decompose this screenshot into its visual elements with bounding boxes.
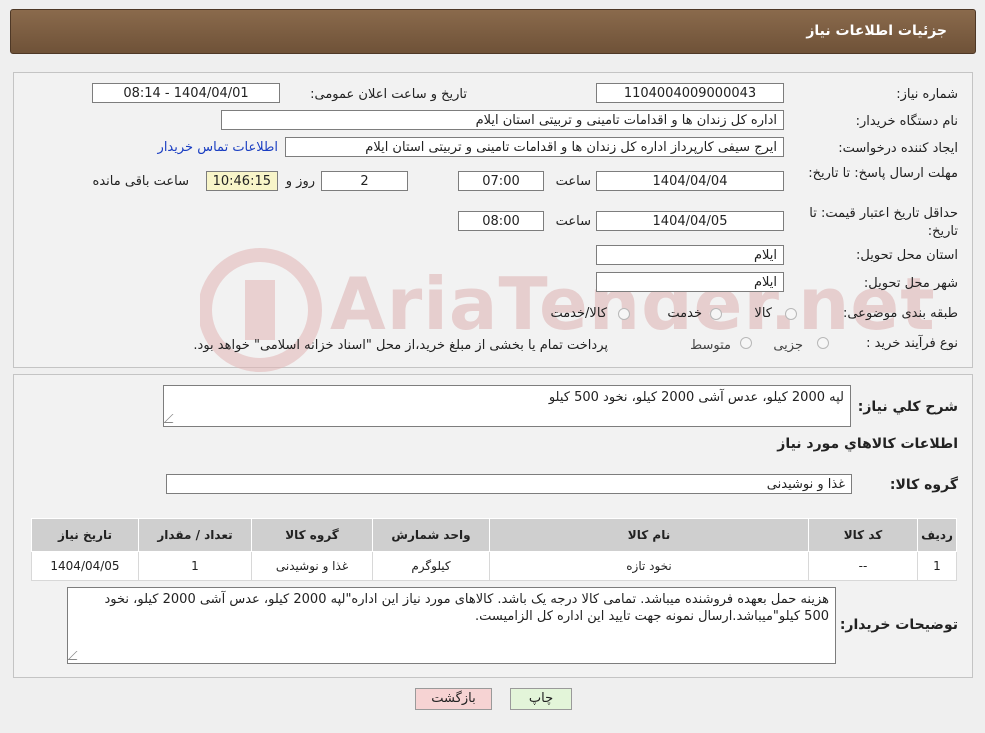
reply-deadline-label-text: مهلت ارسال پاسخ: تا تاریخ: — [808, 166, 958, 181]
category-radio-both[interactable] — [618, 308, 630, 320]
validity-label: حداقل تاریخ اعتبار قیمت: تا تاریخ: — [808, 205, 958, 241]
page-header: جزئیات اطلاعات نیاز — [10, 9, 976, 54]
validity-time-field: 08:00 — [458, 211, 544, 231]
page-title: جزئیات اطلاعات نیاز — [806, 23, 947, 39]
days-label: روز و — [285, 174, 315, 189]
purchase-option-minor: جزیی — [773, 338, 803, 353]
days-field: 2 — [321, 171, 408, 191]
category-option-service: خدمت — [667, 306, 702, 321]
col-code: کد کالا — [808, 518, 918, 552]
reply-date-field: 1404/04/04 — [596, 171, 784, 191]
goods-info-title: اطلاعات کالاهاي مورد نياز — [777, 436, 958, 452]
resize-handle-icon[interactable] — [67, 651, 86, 660]
back-button[interactable]: بازگشت — [415, 688, 492, 710]
province-field: ایلام — [596, 245, 784, 265]
goods-group-label: گروه کالا: — [889, 477, 958, 493]
table-row: 1 -- نخود تازه کیلوگرم غذا و نوشیدنی 1 1… — [31, 551, 957, 581]
summary-label: شرح کلي نياز: — [857, 399, 958, 415]
col-name: نام کالا — [489, 518, 809, 552]
category-option-both: کالا/خدمت — [550, 306, 607, 321]
cell-date: 1404/04/05 — [31, 551, 139, 581]
cell-unit: کیلوگرم — [372, 551, 490, 581]
cell-qty: 1 — [138, 551, 252, 581]
purchase-option-medium: متوسط — [690, 338, 731, 353]
validity-time-label: ساعت — [555, 214, 591, 229]
category-radio-service[interactable] — [710, 308, 722, 320]
reply-deadline-label: مهلت ارسال پاسخ: تا تاریخ: — [808, 165, 958, 183]
remaining-label: ساعت باقی مانده — [92, 174, 189, 189]
category-radio-goods[interactable] — [785, 308, 797, 320]
col-date: تاریخ نیاز — [31, 518, 139, 552]
cell-group: غذا و نوشیدنی — [251, 551, 373, 581]
col-unit: واحد شمارش — [372, 518, 490, 552]
resize-handle-icon[interactable] — [163, 414, 182, 423]
requester-label: ایجاد کننده درخواست: — [838, 141, 958, 156]
watermark-logo-icon — [200, 248, 322, 372]
col-group: گروه کالا — [251, 518, 373, 552]
need-number-label: شماره نیاز: — [896, 87, 958, 102]
announce-field: 1404/04/01 - 08:14 — [92, 83, 280, 103]
reply-time-label: ساعت — [555, 174, 591, 189]
category-label: طبقه بندی موضوعی: — [842, 306, 958, 321]
purchase-note: پرداخت تمام یا بخشی از مبلغ خرید،از محل … — [193, 338, 608, 353]
print-button[interactable]: چاپ — [510, 688, 572, 710]
category-option-goods: کالا — [754, 306, 772, 321]
goods-group-field: غذا و نوشیدنی — [166, 474, 852, 494]
validity-label-text: حداقل تاریخ اعتبار قیمت: تا تاریخ: — [809, 206, 958, 239]
remaining-time-field: 10:46:15 — [206, 171, 278, 191]
announce-label: تاریخ و ساعت اعلان عمومی: — [310, 87, 467, 102]
buyer-org-field: اداره کل زندان ها و اقدامات تامینی و ترب… — [221, 110, 784, 130]
purchase-type-label: نوع فرآیند خرید : — [866, 336, 958, 351]
cell-name: نخود تازه — [489, 551, 809, 581]
col-qty: تعداد / مقدار — [138, 518, 252, 552]
reply-time-field: 07:00 — [458, 171, 544, 191]
validity-date-field: 1404/04/05 — [596, 211, 784, 231]
province-label: استان محل تحویل: — [856, 248, 958, 263]
city-label: شهر محل تحویل: — [863, 276, 958, 291]
city-field: ایلام — [596, 272, 784, 292]
requester-field: ایرج سیفی کارپرداز اداره کل زندان ها و ا… — [285, 137, 784, 157]
goods-table-header: ردیف کد کالا نام کالا واحد شمارش گروه کا… — [31, 518, 957, 552]
cell-code: -- — [808, 551, 918, 581]
purchase-radio-medium[interactable] — [740, 337, 752, 349]
buyer-notes-text: هزینه حمل بعهده فروشنده میباشد. تمامی کا… — [104, 592, 829, 624]
col-row: ردیف — [917, 518, 957, 552]
cell-row: 1 — [917, 551, 957, 581]
buyer-notes-label: توضیحات خریدار: — [839, 617, 958, 633]
summary-text: لپه 2000 کیلو، عدس آشی 2000 کیلو، نخود 5… — [548, 390, 844, 405]
buyer-contact-link[interactable]: اطلاعات تماس خریدار — [158, 140, 278, 155]
purchase-radio-minor[interactable] — [817, 337, 829, 349]
goods-table: ردیف کد کالا نام کالا واحد شمارش گروه کا… — [31, 518, 957, 581]
buyer-notes-textarea[interactable]: هزینه حمل بعهده فروشنده میباشد. تمامی کا… — [67, 587, 836, 664]
buyer-org-label: نام دستگاه خریدار: — [855, 114, 958, 129]
summary-textarea[interactable]: لپه 2000 کیلو، عدس آشی 2000 کیلو، نخود 5… — [163, 385, 851, 427]
need-number-field: 1104004009000043 — [596, 83, 784, 103]
